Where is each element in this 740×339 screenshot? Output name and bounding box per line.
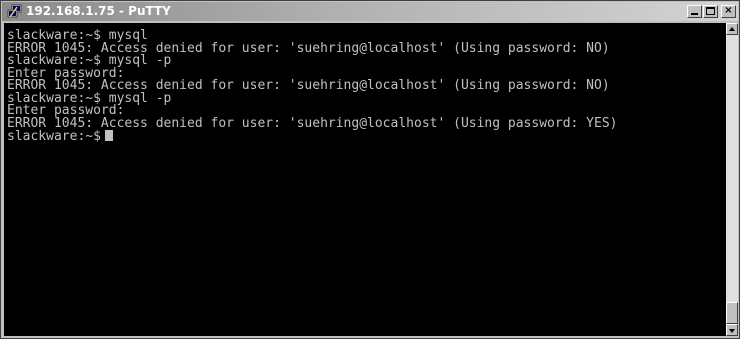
text-cursor	[104, 130, 113, 141]
scroll-up-arrow-icon	[729, 27, 735, 31]
scrollbar-thumb[interactable]	[726, 302, 738, 324]
terminal-prompt-line: slackware:~$	[7, 130, 617, 143]
close-icon: ×	[724, 5, 733, 16]
minimize-button[interactable]	[687, 5, 702, 18]
terminal-prompt: slackware:~$	[7, 129, 101, 144]
minimize-icon	[691, 13, 698, 15]
window-title: 192.168.1.75 - PuTTY	[26, 4, 171, 18]
close-button[interactable]: ×	[721, 5, 736, 18]
terminal-output: slackware:~$ mysql ERROR 1045: Access de…	[7, 29, 617, 143]
scroll-down-arrow-icon	[729, 329, 735, 333]
maximize-button[interactable]	[703, 5, 718, 18]
vertical-scrollbar[interactable]	[726, 23, 738, 336]
maximize-icon	[706, 7, 715, 15]
putty-icon[interactable]	[7, 4, 22, 19]
putty-window: 192.168.1.75 - PuTTY × slackware:~$ mysq…	[0, 0, 740, 339]
title-bar[interactable]: 192.168.1.75 - PuTTY ×	[2, 2, 738, 21]
scroll-down-button[interactable]	[726, 324, 738, 336]
scroll-up-button[interactable]	[726, 23, 738, 35]
terminal-screen[interactable]: slackware:~$ mysql ERROR 1045: Access de…	[4, 23, 726, 336]
